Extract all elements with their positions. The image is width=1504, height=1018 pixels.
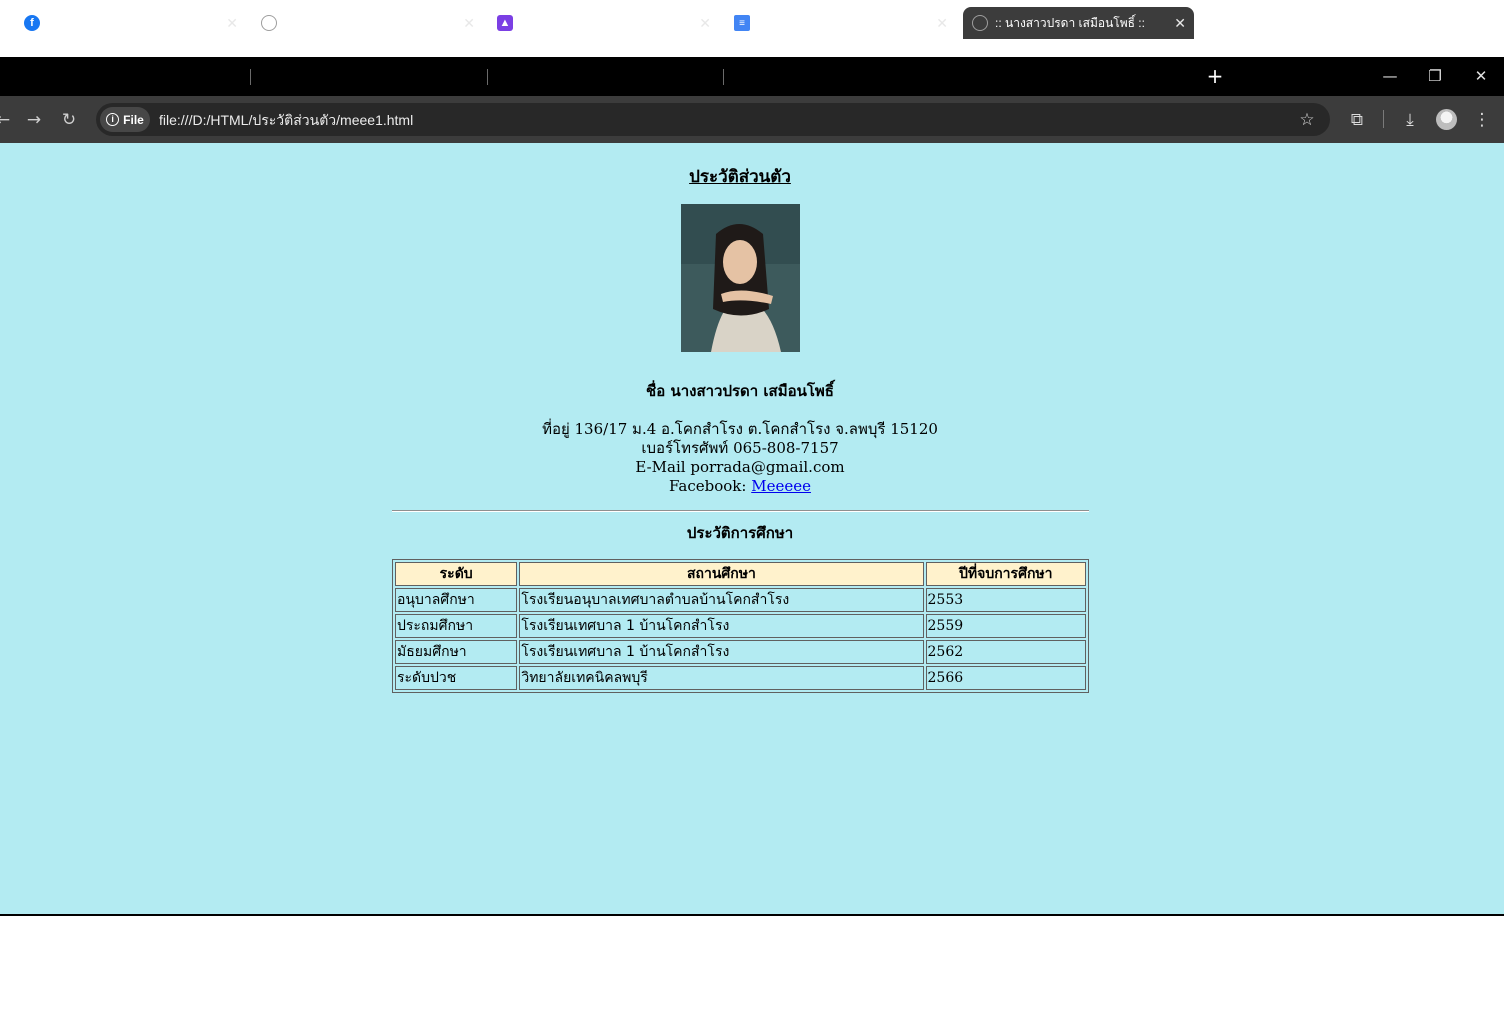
table-row: มัธยมศึกษา โรงเรียนเทศบาล 1 บ้านโคกสำโรง… [395,640,1086,664]
download-icon[interactable]: ⤓ [1398,108,1422,132]
level-cell: ประถมศึกษา [395,614,518,638]
site-info-label: File [123,112,144,127]
tab-title: Marvel HTML Bootstrap 4 Temp [285,16,454,30]
bookmark-star-icon[interactable]: ☆ [1295,108,1319,132]
facebook-link[interactable]: Meeeee [751,477,811,495]
tab-profile-active[interactable]: :: นางสาวปรดา เสมือนโพธิ์ :: ✕ [963,7,1194,39]
school-cell: โรงเรียนอนุบาลเทศบาลตำบลบ้านโคกสำโรง [519,588,924,612]
school-cell: วิทยาลัยเทคนิคลพบุรี [519,666,924,690]
person-name: ชื่อ นางสาวปรดา เสมือนโพธิ์ [646,382,834,400]
new-tab-button[interactable]: + [1204,65,1226,87]
level-cell: อนุบาลศึกษา [395,588,518,612]
toolbar-divider [1383,110,1384,128]
year-cell: 2559 [925,614,1086,638]
close-icon[interactable]: ✕ [1174,15,1186,31]
extensions-icon[interactable]: ⧉ [1345,108,1369,132]
profile-photo [681,204,800,352]
contact-info: ที่อยู่ 136/17 ม.4 อ.โคกสำโรง ต.โคกสำโรง… [0,420,1480,496]
globe-icon [972,15,988,31]
tab-divider [723,69,724,85]
table-row: อนุบาลศึกษา โรงเรียนอนุบาลเทศบาลตำบลบ้าน… [395,588,1086,612]
page-title: ประวัติส่วนตัว [689,167,791,187]
reload-icon[interactable]: ↻ [58,110,80,130]
docs-icon: ≡ [734,15,750,31]
forward-icon[interactable]: → [23,110,45,130]
year-cell: 2553 [925,588,1086,612]
phone-text: เบอร์โทรศัพท์ 065-808-7157 [641,439,839,457]
email-text: E-Mail porrada@gmail.com [635,458,845,476]
school-cell: โรงเรียนเทศบาล 1 บ้านโคกสำโรง [519,640,924,664]
page-content: ประวัติส่วนตัว ชื่อ นางสาวปรดา เสมือนโพธ… [0,143,1504,916]
minimize-icon[interactable]: — [1378,64,1402,88]
tab-facebook[interactable]: f Facebook ✕ [24,7,246,39]
column-header-level: ระดับ [395,562,518,586]
level-cell: มัธยมศึกษา [395,640,518,664]
site-info-chip[interactable]: i File [100,107,150,132]
table-row: ระดับปวช วิทยาลัยเทคนิคลพบุรี 2566 [395,666,1086,690]
facebook-line: Facebook: Meeeee [0,477,1480,496]
tab-title: :: นางสาวปรดา เสมือนโพธิ์ :: [995,15,1145,30]
tab-divider [250,69,251,85]
globe-icon [261,15,277,31]
school-cell: โรงเรียนเทศบาล 1 บ้านโคกสำโรง [519,614,924,638]
tab-application-1[interactable]: ▲ Application 1: ออกแบบเพจแนะนำ ✕ [497,7,719,39]
profile-avatar[interactable] [1436,109,1457,130]
tab-marvel[interactable]: Marvel HTML Bootstrap 4 Temp ✕ [261,7,483,39]
horizontal-rule [392,510,1089,512]
tab-strip [0,57,1504,96]
column-header-graduation-year: ปีที่จบการศึกษา [925,562,1086,586]
column-header-school: สถานศึกษา [519,562,924,586]
close-icon[interactable]: ✕ [699,15,711,31]
tab-title: Application 1: ออกแบบเพจแนะนำ [521,15,689,30]
tab-title: porrada samuanpo - Applicatio [758,16,921,30]
more-menu-icon[interactable]: ⋮ [1470,108,1494,132]
tab-title: Facebook [48,16,101,30]
facebook-icon: f [24,15,40,31]
url-text[interactable]: file:///D:/HTML/ประวัติส่วนตัว/meee1.htm… [159,110,413,132]
level-cell: ระดับปวช [395,666,518,690]
table-row: ประถมศึกษา โรงเรียนเทศบาล 1 บ้านโคกสำโรง… [395,614,1086,638]
close-icon[interactable]: ✕ [226,15,238,31]
classroom-icon: ▲ [497,15,513,31]
table-header-row: ระดับ สถานศึกษา ปีที่จบการศึกษา [395,562,1086,586]
close-icon[interactable]: ✕ [936,15,948,31]
restore-icon[interactable]: ❐ [1423,64,1447,88]
facebook-label: Facebook: [669,477,747,495]
tab-porrada-doc[interactable]: ≡ porrada samuanpo - Applicatio ✕ [734,7,956,39]
year-cell: 2566 [925,666,1086,690]
back-icon[interactable]: ← [0,110,14,130]
education-title: ประวัติการศึกษา [686,524,794,542]
close-icon[interactable]: ✕ [463,15,475,31]
education-table: ระดับ สถานศึกษา ปีที่จบการศึกษา อนุบาลศึ… [392,559,1089,693]
close-window-icon[interactable]: ✕ [1469,64,1493,88]
year-cell: 2562 [925,640,1086,664]
tab-divider [487,69,488,85]
address-text: ที่อยู่ 136/17 ม.4 อ.โคกสำโรง ต.โคกสำโรง… [542,420,938,438]
info-icon: i [106,113,120,126]
